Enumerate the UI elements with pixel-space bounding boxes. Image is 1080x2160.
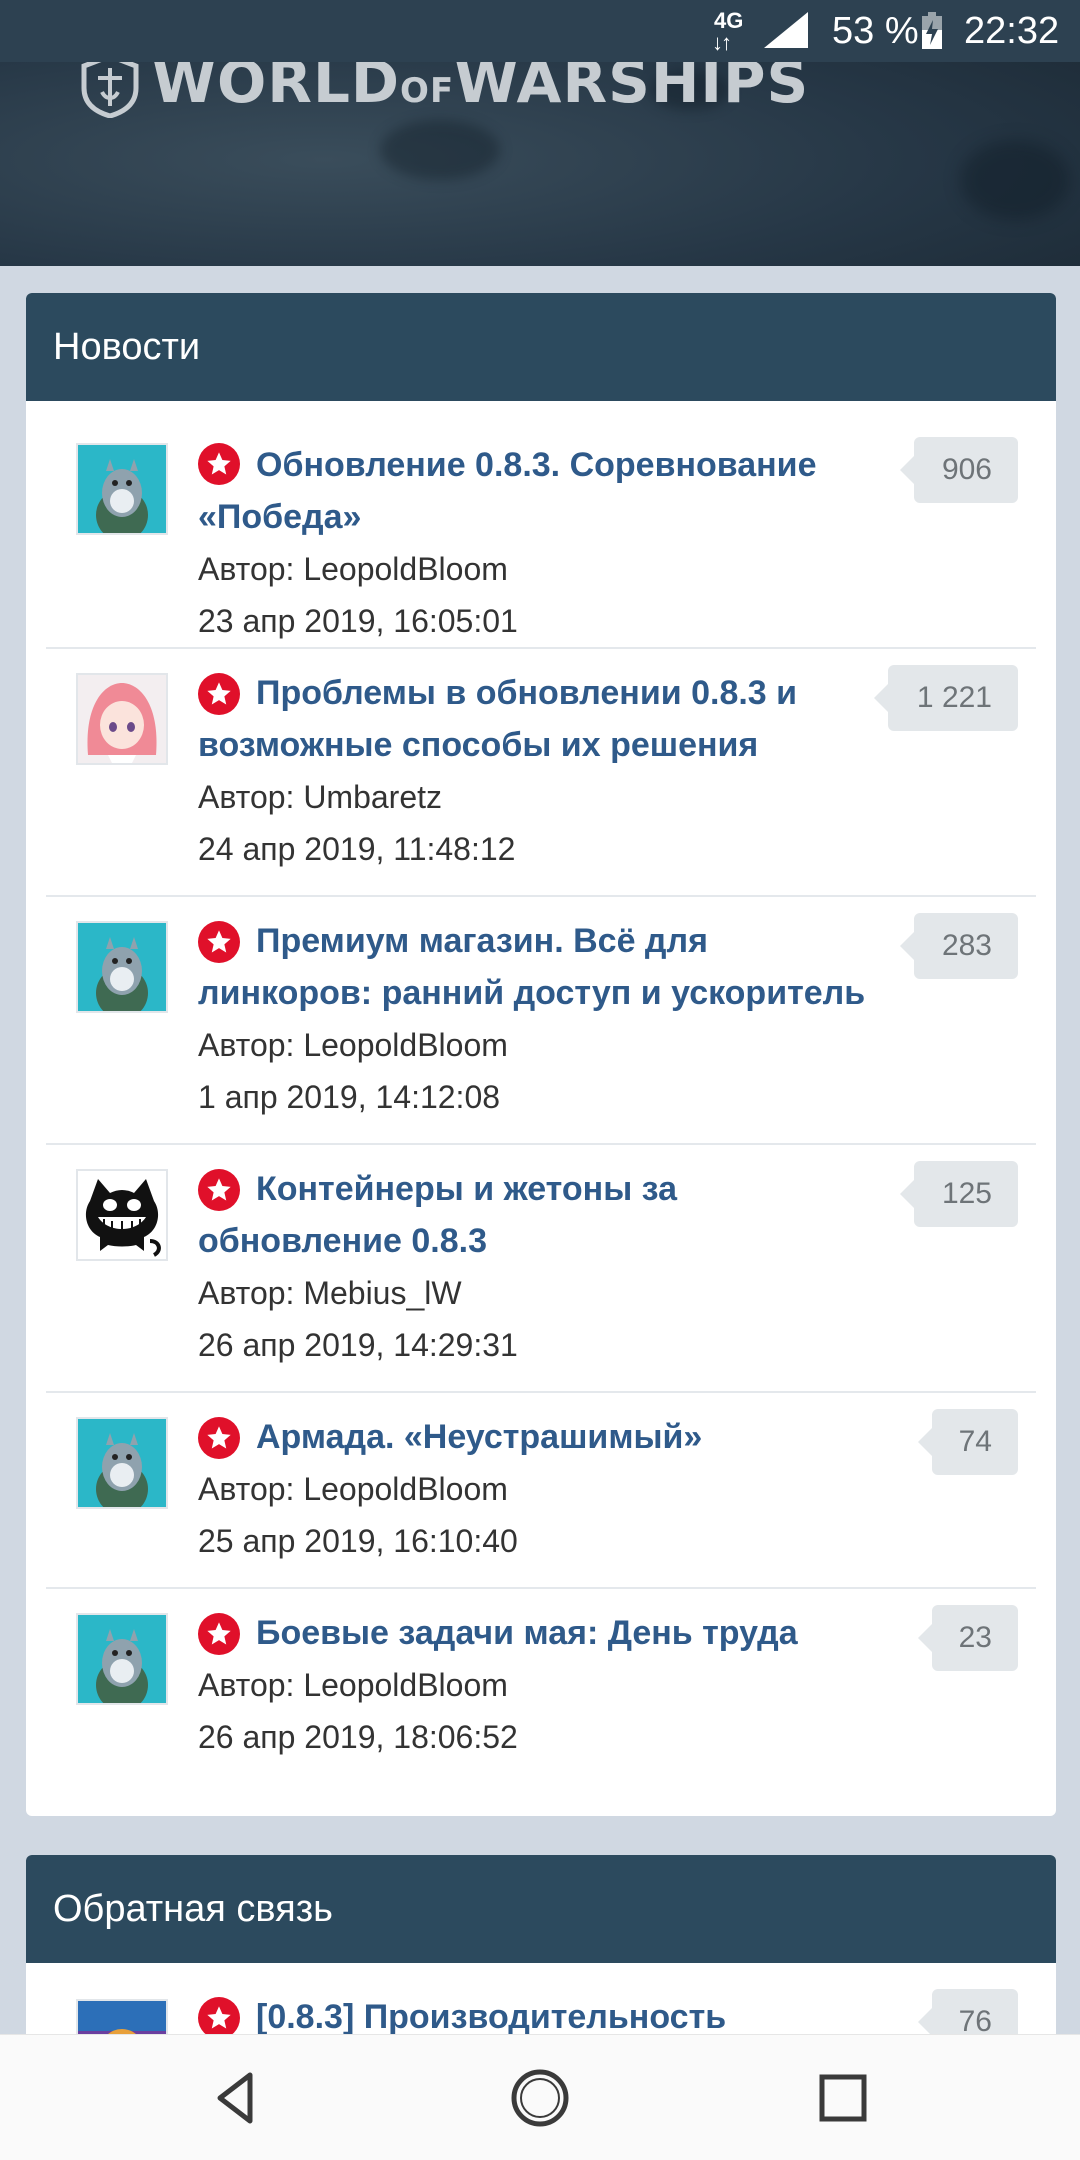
recents-icon[interactable]	[808, 2063, 878, 2133]
topic-item[interactable]: Обновление 0.8.3. Соревнование «Победа» …	[46, 401, 1036, 649]
anime-girl-avatar-image	[78, 675, 166, 763]
battery-percent: 53 %	[832, 10, 919, 52]
feedback-section-title: Обратная связь	[26, 1855, 1056, 1963]
topic-author: Автор: LeopoldBloom	[198, 1027, 508, 1063]
totoro-avatar[interactable]	[76, 1613, 168, 1705]
topic-item[interactable]: Боевые задачи мая: День труда Автор: Leo…	[46, 1589, 1036, 1785]
topic-author: Автор: Mebius_lW	[198, 1275, 462, 1311]
reply-count-badge: 283	[900, 913, 1018, 979]
back-icon[interactable]	[202, 2063, 272, 2133]
battery-charging-icon	[922, 12, 942, 49]
totoro-avatar-image	[78, 1419, 166, 1507]
topic-date: 26 апр 2019, 18:06:52	[198, 1719, 518, 1755]
topic-date: 24 апр 2019, 11:48:12	[198, 831, 516, 867]
news-section-title: Новости	[26, 293, 1056, 401]
topic-title-link[interactable]: Обновление 0.8.3. Соревнование «Победа»	[198, 439, 888, 543]
reply-count-badge: 23	[918, 1605, 1018, 1671]
reply-count-badge: 125	[900, 1161, 1018, 1227]
topic-item[interactable]: Контейнеры и жетоны за обновление 0.8.3 …	[46, 1145, 1036, 1393]
network-indicator: 4G ↓↑	[712, 8, 744, 55]
clock: 22:32	[964, 10, 1060, 52]
reply-count-badge: 1 221	[874, 665, 1018, 731]
topic-title-link[interactable]: Проблемы в обновлении 0.8.3 и возможные …	[198, 667, 888, 771]
news-section: Новости Обновление 0.8.3. Соревнование «…	[26, 293, 1056, 1816]
totoro-avatar[interactable]	[76, 1417, 168, 1509]
topic-title-link[interactable]: Армада. «Неустрашимый»	[198, 1411, 888, 1463]
wows-logo[interactable]: WORLDOFWARSHIPS	[80, 50, 809, 118]
signal-icon	[764, 12, 808, 48]
anime-girl-avatar[interactable]	[76, 673, 168, 765]
topic-author: Автор: LeopoldBloom	[198, 1667, 508, 1703]
topic-title-link[interactable]: Боевые задачи мая: День труда	[198, 1607, 888, 1659]
topic-item[interactable]: Проблемы в обновлении 0.8.3 и возможные …	[46, 649, 1036, 897]
reply-count-badge: 74	[918, 1409, 1018, 1475]
totoro-avatar-image	[78, 445, 166, 533]
totoro-avatar-image	[78, 1615, 166, 1703]
topic-title-link[interactable]: Премиум магазин. Всё для линкоров: ранни…	[198, 915, 888, 1019]
home-icon[interactable]	[505, 2063, 575, 2133]
navigation-bar	[0, 2034, 1080, 2160]
shield-logo-icon	[81, 54, 139, 118]
data-arrows-icon: ↓↑	[712, 30, 732, 55]
topic-date: 23 апр 2019, 16:05:01	[198, 603, 518, 639]
topic-item[interactable]: Премиум магазин. Всё для линкоров: ранни…	[46, 897, 1036, 1145]
topic-date: 1 апр 2019, 14:12:08	[198, 1079, 501, 1115]
reply-count-badge: 906	[900, 437, 1018, 503]
topic-date: 25 апр 2019, 16:10:40	[198, 1523, 518, 1559]
grinning-cat-avatar-image	[78, 1171, 166, 1259]
status-bar: 4G ↓↑ 53 % 22:32	[0, 0, 1080, 62]
topic-author: Автор: LeopoldBloom	[198, 551, 508, 587]
topic-author: Автор: Umbaretz	[198, 779, 443, 815]
topic-date: 26 апр 2019, 14:29:31	[198, 1327, 518, 1363]
totoro-avatar[interactable]	[76, 921, 168, 1013]
totoro-avatar-image	[78, 923, 166, 1011]
topic-title-link[interactable]: Контейнеры и жетоны за обновление 0.8.3	[198, 1163, 888, 1267]
grinning-cat-avatar[interactable]	[76, 1169, 168, 1261]
topic-author: Автор: LeopoldBloom	[198, 1471, 508, 1507]
topic-item[interactable]: Армада. «Неустрашимый» Автор: LeopoldBlo…	[46, 1393, 1036, 1589]
totoro-avatar[interactable]	[76, 443, 168, 535]
